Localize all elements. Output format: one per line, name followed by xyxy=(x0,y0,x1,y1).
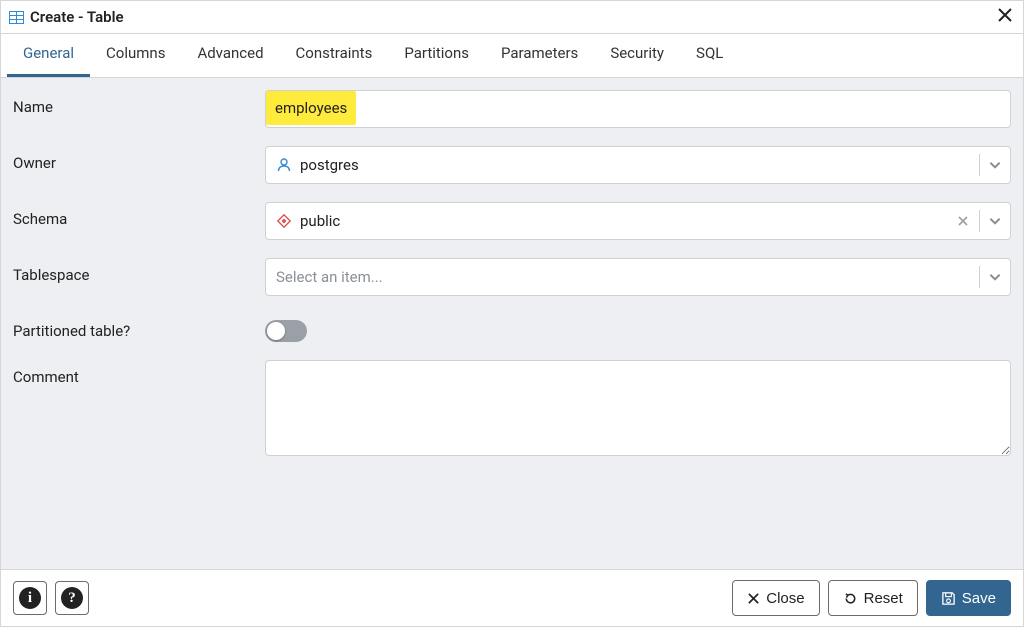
form-body: Name employees Owner postgres xyxy=(1,78,1023,569)
owner-value: postgres xyxy=(300,156,971,174)
info-icon: i xyxy=(19,587,41,609)
diamond-icon xyxy=(276,213,292,229)
name-input[interactable] xyxy=(265,90,1011,128)
tablespace-placeholder: Select an item... xyxy=(276,268,971,286)
chevron-down-icon xyxy=(988,270,1002,284)
row-schema: Schema public xyxy=(13,202,1011,240)
close-button-label: Close xyxy=(766,590,804,607)
tablespace-select[interactable]: Select an item... xyxy=(265,258,1011,296)
label-name: Name xyxy=(13,90,265,116)
reset-icon xyxy=(843,591,858,606)
row-name: Name employees xyxy=(13,90,1011,128)
row-partitioned: Partitioned table? xyxy=(13,314,1011,342)
tab-parameters[interactable]: Parameters xyxy=(485,34,594,77)
create-table-dialog: Create - Table General Columns Advanced … xyxy=(0,0,1024,627)
label-partitioned: Partitioned table? xyxy=(13,314,265,340)
chevron-down-icon xyxy=(988,158,1002,172)
tab-advanced[interactable]: Advanced xyxy=(181,34,279,77)
dialog-footer: i ? Close Reset Save xyxy=(1,569,1023,626)
tab-sql[interactable]: SQL xyxy=(680,34,739,77)
label-schema: Schema xyxy=(13,202,265,228)
row-tablespace: Tablespace Select an item... xyxy=(13,258,1011,296)
save-button-label: Save xyxy=(962,590,996,607)
tab-columns[interactable]: Columns xyxy=(90,34,181,77)
chevron-down-icon xyxy=(988,214,1002,228)
info-button[interactable]: i xyxy=(13,581,47,615)
tab-bar: General Columns Advanced Constraints Par… xyxy=(1,34,1023,78)
schema-value: public xyxy=(300,212,955,230)
label-tablespace: Tablespace xyxy=(13,258,265,284)
table-icon xyxy=(9,10,24,25)
tab-constraints[interactable]: Constraints xyxy=(280,34,389,77)
help-icon: ? xyxy=(61,587,83,609)
close-button[interactable]: Close xyxy=(732,580,819,616)
help-button[interactable]: ? xyxy=(55,581,89,615)
label-comment: Comment xyxy=(13,360,265,386)
partitioned-toggle[interactable] xyxy=(265,320,307,342)
label-owner: Owner xyxy=(13,146,265,172)
row-owner: Owner postgres xyxy=(13,146,1011,184)
dialog-title: Create - Table xyxy=(30,8,124,26)
dialog-close-button[interactable] xyxy=(997,7,1013,27)
reset-button-label: Reset xyxy=(864,590,903,607)
title-bar: Create - Table xyxy=(1,1,1023,34)
schema-clear-button[interactable] xyxy=(955,212,971,231)
close-icon xyxy=(747,592,760,605)
tab-general[interactable]: General xyxy=(7,34,90,77)
comment-textarea[interactable] xyxy=(265,360,1011,456)
save-button[interactable]: Save xyxy=(926,580,1011,616)
tab-partitions[interactable]: Partitions xyxy=(388,34,485,77)
owner-select[interactable]: postgres xyxy=(265,146,1011,184)
toggle-knob xyxy=(267,322,285,340)
schema-select[interactable]: public xyxy=(265,202,1011,240)
tab-security[interactable]: Security xyxy=(594,34,680,77)
user-icon xyxy=(276,157,292,173)
row-comment: Comment xyxy=(13,360,1011,460)
save-icon xyxy=(941,591,956,606)
reset-button[interactable]: Reset xyxy=(828,580,918,616)
